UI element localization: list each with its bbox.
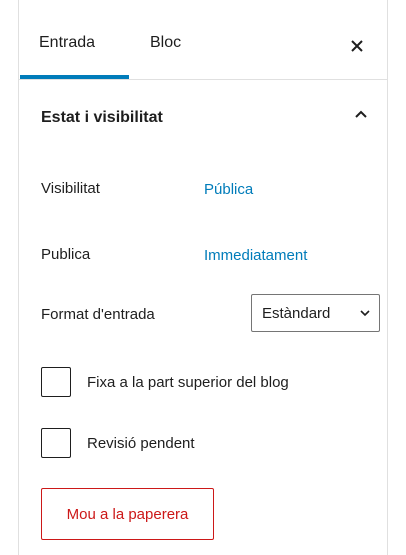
chevron-down-icon (360, 310, 370, 317)
chevron-up-icon (355, 110, 367, 118)
visibility-link[interactable]: Pública (204, 181, 253, 198)
sticky-checkbox[interactable] (41, 367, 71, 397)
pending-review-checkbox[interactable] (41, 428, 71, 458)
close-icon (351, 40, 363, 52)
publish-date-link[interactable]: Immediatament (204, 247, 307, 264)
visibility-label: Visibilitat (41, 180, 100, 197)
sidebar-tabs: Entrada Bloc (19, 0, 387, 80)
tab-entrada[interactable]: Entrada (39, 34, 95, 52)
post-format-value: Estàndard (262, 305, 331, 322)
post-format-select[interactable]: Estàndard (251, 294, 380, 332)
post-format-label: Format d'entrada (41, 306, 155, 323)
publish-label: Publica (41, 246, 91, 263)
document-settings-panel: Entrada Bloc Estat i visibilitat Visibil… (18, 0, 388, 555)
pending-review-label[interactable]: Revisió pendent (87, 435, 195, 452)
sticky-label[interactable]: Fixa a la part superior del blog (87, 374, 289, 391)
tab-bloc[interactable]: Bloc (150, 34, 181, 52)
move-to-trash-button[interactable]: Mou a la paperera (41, 488, 214, 540)
status-visibility-toggle[interactable]: Estat i visibilitat (19, 79, 387, 156)
close-button[interactable] (337, 26, 377, 66)
section-title: Estat i visibilitat (41, 109, 163, 126)
move-to-trash-label: Mou a la paperera (66, 505, 189, 523)
